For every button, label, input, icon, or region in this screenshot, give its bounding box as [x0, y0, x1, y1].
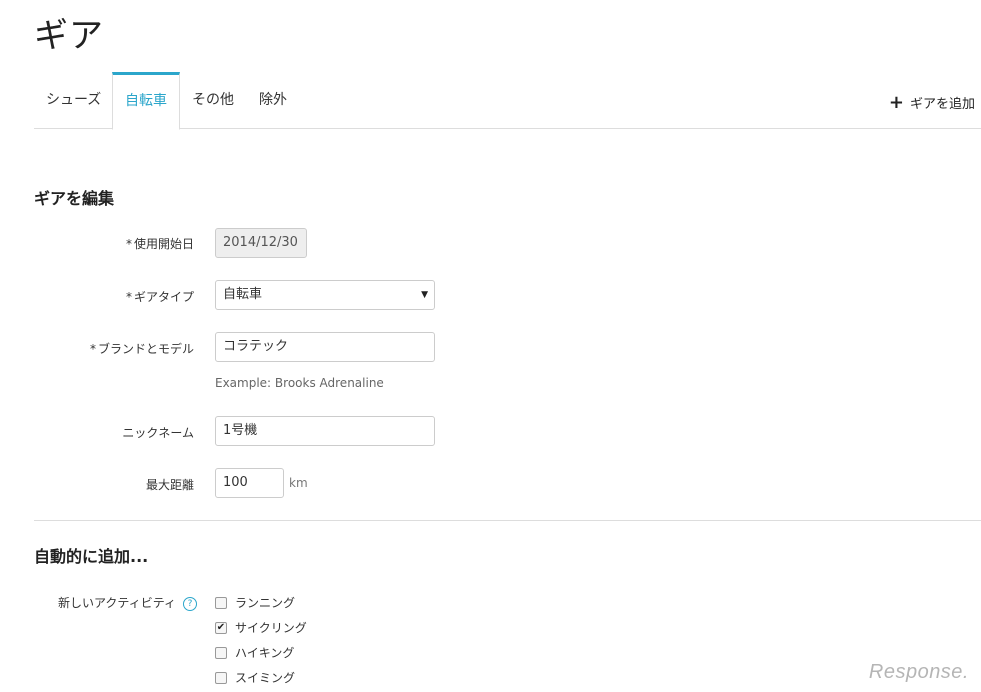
caret-down-icon: ▼: [421, 290, 428, 300]
auto-add-heading: 自動的に追加...: [34, 547, 149, 566]
new-activity-label: 新しいアクティビティ?: [58, 594, 197, 611]
edit-gear-heading: ギアを編集: [34, 189, 115, 208]
add-gear-label: ギアを追加: [909, 97, 975, 112]
checkbox-swimming[interactable]: [215, 671, 227, 684]
gear-type-select[interactable]: 自転車 ▼: [215, 280, 435, 310]
brand-model-input[interactable]: コラテック: [215, 332, 435, 362]
start-date-label: * 使用開始日: [125, 237, 194, 251]
tab-excluded[interactable]: 除外: [247, 72, 299, 129]
distance-unit: km: [289, 476, 308, 490]
page-title: ギア: [34, 16, 104, 56]
checkbox-running[interactable]: [215, 596, 227, 609]
tab-other[interactable]: その他: [180, 72, 246, 129]
max-distance-input[interactable]: 100: [215, 468, 284, 498]
max-distance-label: 最大距離: [145, 478, 194, 492]
plus-icon: +: [888, 91, 904, 113]
gear-tabs: シューズ 自転車 その他 除外: [34, 72, 981, 130]
add-gear-button[interactable]: + ギアを追加: [889, 93, 975, 112]
section-divider: [34, 520, 981, 521]
question-icon[interactable]: ?: [183, 596, 197, 611]
checkbox-hiking[interactable]: [215, 646, 227, 659]
tab-bike[interactable]: 自転車: [112, 72, 180, 130]
option-running[interactable]: ランニング: [215, 594, 295, 611]
nickname-input[interactable]: 1号機: [215, 416, 435, 446]
nickname-label: ニックネーム: [122, 426, 194, 440]
watermark-logo: Response.: [868, 661, 969, 683]
option-cycling[interactable]: ✔ サイクリング: [215, 619, 307, 636]
brand-model-help: Example: Brooks Adrenaline: [215, 376, 384, 390]
gear-type-label: * ギアタイプ: [125, 290, 194, 304]
gear-type-value: 自転車: [223, 287, 263, 302]
start-date-field: 2014/12/30: [215, 228, 307, 258]
option-swimming[interactable]: スイミング: [215, 669, 295, 686]
option-hiking[interactable]: ハイキング: [215, 644, 294, 661]
brand-model-label: * ブランドとモデル: [89, 342, 194, 356]
tab-shoes[interactable]: シューズ: [34, 72, 113, 129]
checkbox-cycling[interactable]: ✔: [215, 621, 227, 634]
